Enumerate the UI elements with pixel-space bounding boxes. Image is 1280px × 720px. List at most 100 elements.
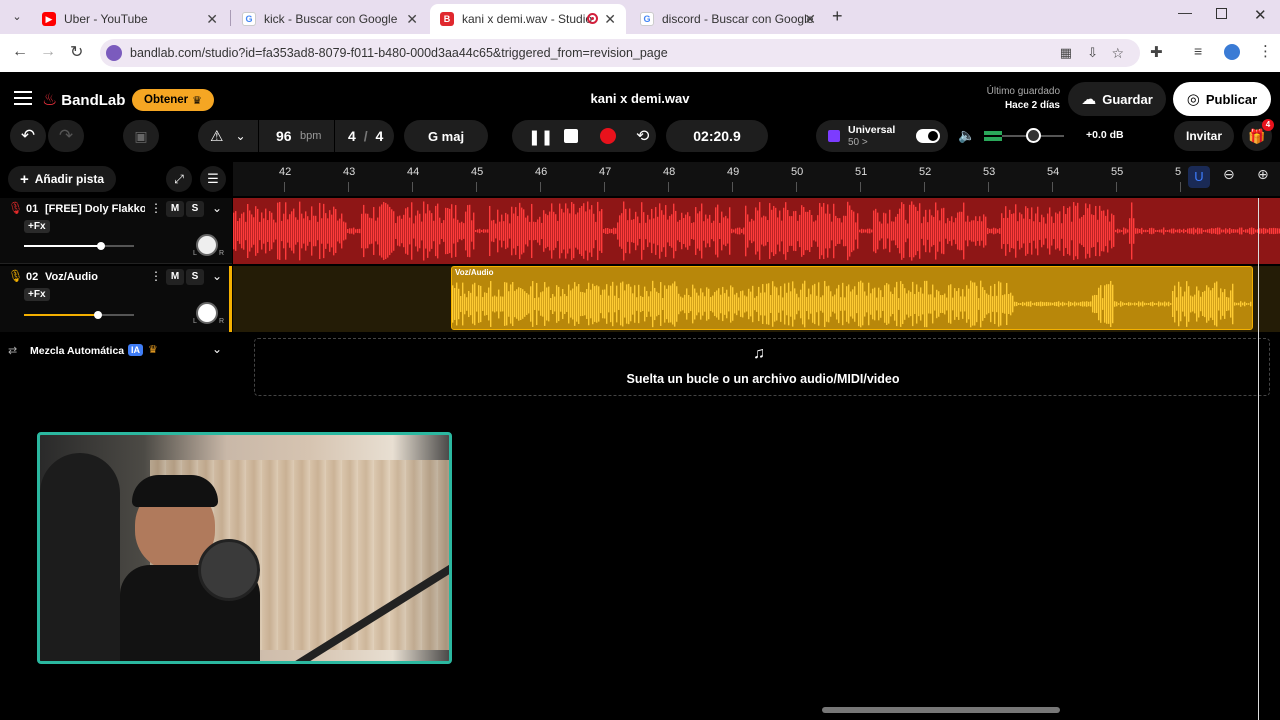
invite-button[interactable]: Invitar [1174,121,1234,151]
track-name[interactable]: [FREE] Doly Flakko ... [45,203,145,215]
waveform-bar [1036,302,1038,306]
mute-button[interactable]: M [166,201,184,217]
mic-permission-icon[interactable] [106,45,122,61]
metronome-chevron-down-icon[interactable]: ⌄ [235,129,245,143]
bar-number: 50 [791,166,804,178]
waveform-bar [1031,207,1033,255]
loop-icon[interactable]: ⟲ [636,126,649,146]
add-track-button[interactable]: + Añadir pista [8,166,116,192]
track-more-icon[interactable]: ⋮ [150,201,162,215]
back-arrow-icon[interactable]: ← [12,43,28,61]
minimize-icon[interactable]: — [1178,4,1192,20]
track-name[interactable]: Voz/Audio [45,271,98,283]
master-volume-knob[interactable] [1026,128,1041,143]
waveform-bar [445,207,447,255]
waveform-bar [638,284,640,324]
automation-icon[interactable]: ⤢ [166,166,192,192]
tab-kick-google[interactable]: G kick - Buscar con Google ✕ [232,4,428,34]
tab-close-icon[interactable]: ✕ [604,11,616,28]
fx-button[interactable]: +Fx [24,288,50,301]
time-signature[interactable]: 4 / 4 [348,128,383,144]
stop-icon[interactable] [564,129,578,143]
track-volume-slider[interactable] [24,242,134,250]
automix-row[interactable]: ⇄ Mezcla Automática IA ♛ ⌄ [0,340,232,362]
volume-knob[interactable] [93,311,102,319]
media-controls-icon[interactable]: ≡ [1194,43,1202,59]
mute-button[interactable]: M [166,269,184,285]
waveform-bar [529,221,531,241]
track-header-1[interactable]: 🎙 01 [FREE] Doly Flakko ... ⋮ M S ⌄ +Fx … [0,198,232,264]
record-icon[interactable] [600,128,616,144]
url-field[interactable]: bandlab.com/studio?id=fa353ad8-8079-f011… [100,39,1140,67]
chevron-down-icon[interactable]: ⌄ [212,342,222,356]
preset-toggle[interactable] [916,129,940,143]
pan-knob[interactable] [196,302,218,324]
instrument-panel-icon[interactable]: ▣ [123,120,159,152]
waveform-bar [938,291,940,317]
waveform-bar [806,296,808,312]
track-header-2[interactable]: 🎙 02 Voz/Audio ⋮ M S ⌄ +Fx L R [0,266,232,332]
redo-icon[interactable]: ↷ [48,120,84,152]
speaker-icon[interactable]: 🔈 [958,127,975,144]
undo-icon[interactable]: ↶ [10,120,46,152]
bookmark-star-icon[interactable]: ☆ [1111,39,1124,67]
waveform-bar [879,221,881,241]
forward-arrow-icon[interactable]: → [40,43,56,61]
metronome-icon[interactable]: ⚠ [210,127,223,145]
volume-knob[interactable] [97,242,105,250]
extensions-icon[interactable]: ✚ [1150,43,1163,61]
mastering-preset[interactable]: Universal 50 > [816,120,948,152]
playhead[interactable] [1258,198,1259,720]
person-hair [132,475,218,507]
zoom-in-icon[interactable]: ⊕ [1257,166,1269,183]
profile-avatar[interactable] [1224,44,1240,60]
tab-close-icon[interactable]: ✕ [206,11,218,28]
track-lane-2[interactable]: Voz/Audio [233,266,1280,332]
publish-button[interactable]: ◎ Publicar [1173,82,1271,116]
browser-menu-icon[interactable]: ⋮ [1258,42,1273,60]
key-selector[interactable]: G maj [404,120,488,152]
bpm-value[interactable]: 96 [276,128,292,144]
bandlab-studio: ♨ BandLab Obtener ♛ kani x demi.wav Últi… [0,72,1280,720]
tab-search-chevron-icon[interactable]: ⌄ [8,8,26,26]
zoom-out-icon[interactable]: ⊖ [1223,166,1235,183]
track-settings-icon[interactable]: ☰ [200,166,226,192]
new-tab-plus-icon[interactable]: + [832,6,843,27]
timeline-ruler[interactable]: 42 43 44 45 46 47 48 49 50 51 52 53 54 55 5 U ⊖ ⊕ [233,162,1280,196]
track-lane-1[interactable] [233,198,1280,264]
solo-button[interactable]: S [186,269,204,285]
track-volume-slider[interactable] [24,311,134,319]
horizontal-scrollbar[interactable] [822,707,1060,713]
time-display[interactable]: 02:20.9 [666,120,768,152]
install-app-icon[interactable]: ⇩ [1087,39,1098,67]
snap-magnet-icon[interactable]: U [1188,166,1210,188]
tab-close-icon[interactable]: ✕ [804,11,816,28]
waveform-bar [464,293,466,315]
drop-zone[interactable]: ♫ Suelta un bucle o un archivo audio/MID… [254,338,1270,396]
save-button[interactable]: ☁ Guardar [1068,82,1166,116]
waveform-bar [546,287,548,321]
waveform-bar [289,214,291,248]
waveform-bar [1167,230,1169,232]
waveform-bar [1034,302,1036,306]
tab-discord-google[interactable]: G discord - Buscar con Google ✕ [630,4,826,34]
reload-icon[interactable]: ↻ [70,42,83,62]
restore-icon[interactable] [1216,8,1227,19]
waveform-bar [719,222,721,240]
master-volume-slider[interactable] [984,128,1064,143]
pan-knob[interactable] [196,234,218,256]
audio-clip[interactable]: Voz/Audio [451,266,1253,330]
waveform-bar [293,208,295,254]
tab-youtube[interactable]: ▶ Uber - YouTube ✕ [32,4,228,34]
chevron-down-icon[interactable]: ⌄ [212,201,222,215]
tab-close-icon[interactable]: ✕ [406,11,418,28]
bar-number: 44 [407,166,420,178]
track-more-icon[interactable]: ⋮ [150,269,162,283]
chevron-down-icon[interactable]: ⌄ [212,269,222,283]
tab-bandlab-studio[interactable]: B kani x demi.wav - Studio ✕ [430,4,626,34]
fx-button[interactable]: +Fx [24,220,50,233]
pause-icon[interactable]: ❚❚ [528,128,553,146]
window-close-icon[interactable]: ✕ [1254,6,1267,24]
solo-button[interactable]: S [186,201,204,217]
tab-grid-icon[interactable]: ▦ [1060,39,1072,67]
